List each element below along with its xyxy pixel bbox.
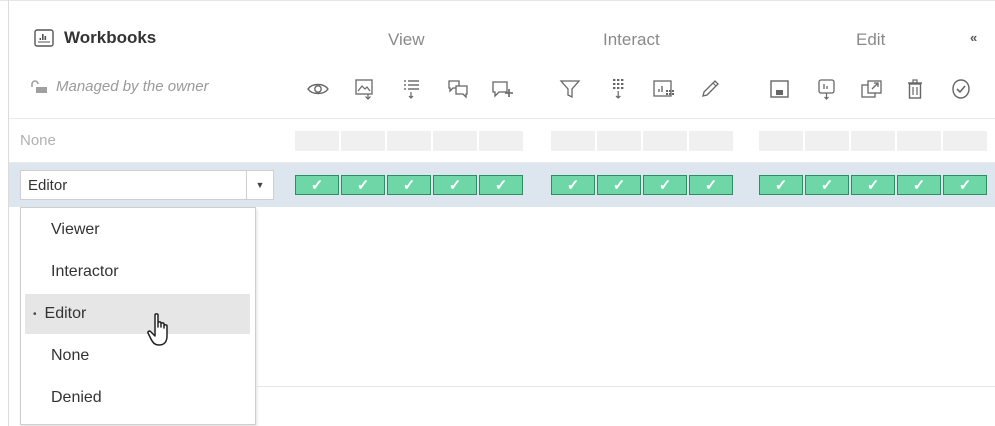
- permission-cell-edit-5[interactable]: ✓: [943, 175, 987, 195]
- role-select[interactable]: Editor ▼: [20, 170, 274, 200]
- role-option-label: Interactor: [51, 263, 119, 280]
- permission-cell-interact-1[interactable]: [551, 131, 595, 151]
- lock-icon: [31, 79, 47, 93]
- permission-cell-interact-2[interactable]: ✓: [597, 175, 641, 195]
- permission-cell-view-4[interactable]: ✓: [433, 175, 477, 195]
- role-option-label: Editor: [44, 305, 87, 322]
- selected-bullet: •: [33, 308, 37, 320]
- permission-cell-view-1[interactable]: [295, 131, 339, 151]
- role-option-denied[interactable]: Denied: [25, 378, 250, 418]
- permission-cell-edit-2[interactable]: [805, 131, 849, 151]
- data-download-icon[interactable]: [604, 74, 634, 104]
- permission-cell-interact-3[interactable]: [643, 131, 687, 151]
- top-divider: [0, 0, 995, 1]
- permission-cell-interact-1[interactable]: ✓: [551, 175, 595, 195]
- permission-cell-view-2[interactable]: [341, 131, 385, 151]
- role-dropdown: Viewer Interactor • Editor None Denied: [20, 207, 256, 425]
- save-icon[interactable]: [765, 74, 795, 104]
- eye-icon[interactable]: [303, 74, 333, 104]
- permission-cell-view-3[interactable]: [387, 131, 431, 151]
- permission-cell-edit-1[interactable]: [759, 131, 803, 151]
- add-comment-icon[interactable]: [487, 74, 517, 104]
- check-circle-icon[interactable]: [946, 74, 976, 104]
- owner-info: Managed by the owner: [30, 78, 209, 95]
- move-icon[interactable]: [857, 74, 887, 104]
- list-download-icon[interactable]: [397, 74, 427, 104]
- permission-cell-edit-4[interactable]: ✓: [897, 175, 941, 195]
- chevron-down-icon[interactable]: ▼: [246, 171, 273, 199]
- role-option-label: Denied: [51, 389, 102, 406]
- download-workbook-icon[interactable]: [812, 74, 842, 104]
- permission-cell-edit-4[interactable]: [897, 131, 941, 151]
- role-option-editor[interactable]: • Editor: [25, 294, 250, 334]
- chart-data-icon[interactable]: [649, 74, 679, 104]
- permission-cell-view-4[interactable]: [433, 131, 477, 151]
- trash-icon[interactable]: [900, 74, 930, 104]
- owner-text: Managed by the owner: [56, 78, 209, 95]
- pencil-icon[interactable]: [695, 74, 725, 104]
- permission-cell-interact-2[interactable]: [597, 131, 641, 151]
- permission-cell-view-5[interactable]: [479, 131, 523, 151]
- workbook-icon: [34, 29, 54, 47]
- permission-cell-edit-3[interactable]: [851, 131, 895, 151]
- workbooks-header: Workbooks: [34, 28, 156, 48]
- permission-cell-edit-2[interactable]: ✓: [805, 175, 849, 195]
- bottom-divider: [256, 386, 995, 387]
- view-group-header: View: [388, 30, 425, 49]
- permission-cell-view-2[interactable]: ✓: [341, 175, 385, 195]
- permission-cell-interact-3[interactable]: ✓: [643, 175, 687, 195]
- role-option-viewer[interactable]: Viewer: [25, 210, 250, 250]
- filter-icon[interactable]: [555, 74, 585, 104]
- permission-cell-edit-3[interactable]: ✓: [851, 175, 895, 195]
- role-option-label: None: [51, 347, 90, 364]
- interact-group-header: Interact: [603, 30, 660, 49]
- role-option-none[interactable]: None: [25, 336, 250, 376]
- role-option-interactor[interactable]: Interactor: [25, 252, 250, 292]
- permission-cell-edit-1[interactable]: ✓: [759, 175, 803, 195]
- left-border: [8, 0, 9, 426]
- image-download-icon[interactable]: [350, 74, 380, 104]
- permission-cell-edit-5[interactable]: [943, 131, 987, 151]
- row-divider: [9, 118, 995, 119]
- permission-cell-view-1[interactable]: ✓: [295, 175, 339, 195]
- permission-cell-interact-4[interactable]: ✓: [689, 175, 733, 195]
- hand-cursor-icon: [147, 313, 168, 346]
- page-title: Workbooks: [64, 28, 157, 47]
- edit-group-header: Edit: [856, 30, 886, 49]
- role-select-value: Editor: [28, 176, 68, 194]
- permission-cell-interact-4[interactable]: [689, 131, 733, 151]
- permission-cell-view-3[interactable]: ✓: [387, 175, 431, 195]
- collapse-icon[interactable]: «: [970, 30, 977, 45]
- comments-icon[interactable]: [443, 74, 473, 104]
- permission-cell-view-5[interactable]: ✓: [479, 175, 523, 195]
- role-option-label: Viewer: [51, 221, 100, 238]
- none-row-label: None: [20, 132, 56, 149]
